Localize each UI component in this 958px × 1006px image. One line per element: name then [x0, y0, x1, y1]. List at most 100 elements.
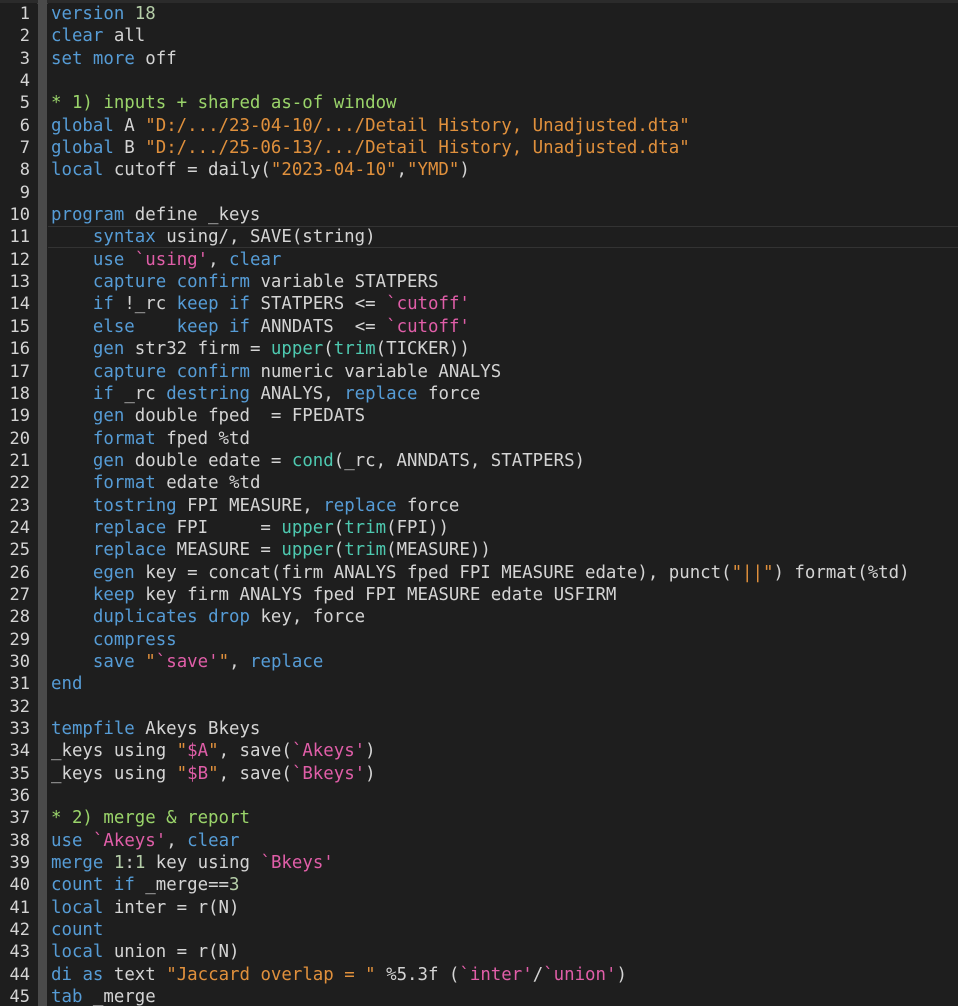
code-line[interactable]: count: [48, 919, 958, 941]
code-line-text: replace FPI = upper(trim(FPI)): [51, 517, 449, 539]
code-line[interactable]: _keys using "$B", save(`Bkeys'): [48, 763, 958, 785]
code-line[interactable]: _keys using "$A", save(`Akeys'): [48, 740, 958, 762]
code-line[interactable]: syntax using/, SAVE(string): [48, 226, 958, 249]
line-number: 14: [0, 293, 37, 315]
code-line[interactable]: gen str32 firm = upper(trim(TICKER)): [48, 338, 958, 360]
code-line[interactable]: program define _keys: [48, 204, 958, 226]
line-number: 3: [0, 48, 37, 70]
code-line[interactable]: compress: [48, 629, 958, 651]
code-line[interactable]: duplicates drop key, force: [48, 606, 958, 628]
code-line-text: local cutoff = daily("2023-04-10","YMD"): [51, 159, 470, 181]
code-area[interactable]: version 18 clear all set more off * 1) inpu…: [48, 3, 958, 1006]
code-token: (: [333, 540, 345, 561]
code-line[interactable]: gen double edate = cond(_rc, ANNDATS, ST…: [48, 450, 958, 472]
code-token: else: [92, 316, 135, 337]
code-line-text: count: [51, 919, 103, 941]
code-line-text: tempfile Akeys Bkeys: [51, 718, 260, 740]
code-line[interactable]: * 2) merge & report: [48, 807, 958, 829]
code-line[interactable]: local inter = r(N): [48, 897, 958, 919]
line-number-label: 3: [19, 48, 30, 69]
line-number: 45: [0, 986, 37, 1006]
line-number: 11: [0, 226, 37, 248]
code-token: format: [92, 428, 156, 449]
line-number-label: 13: [9, 272, 30, 293]
line-number: 5: [0, 92, 37, 114]
code-token: numeric variable ANALYS: [249, 361, 502, 382]
line-number: 21: [0, 450, 37, 472]
code-line[interactable]: local cutoff = daily("2023-04-10","YMD"): [48, 159, 958, 181]
code-token: * 1) inputs + shared as-of window: [51, 93, 397, 114]
code-line[interactable]: use `using', clear: [48, 249, 958, 271]
code-line[interactable]: [48, 785, 958, 807]
code-line[interactable]: global B "D:/.../25-06-13/.../Detail His…: [48, 137, 958, 159]
code-line-text: global B "D:/.../25-06-13/.../Detail His…: [51, 137, 690, 159]
code-line[interactable]: egen key = concat(firm ANALYS fped FPI M…: [48, 562, 958, 584]
code-line[interactable]: global A "D:/.../23-04-10/.../Detail His…: [48, 115, 958, 137]
code-line-text: _keys using "$B", save(`Bkeys'): [51, 763, 376, 785]
code-token: save: [92, 651, 135, 672]
code-line[interactable]: save "`save'", replace: [48, 651, 958, 673]
code-line[interactable]: replace MEASURE = upper(trim(MEASURE)): [48, 539, 958, 561]
code-line[interactable]: if _rc destring ANALYS, replace force: [48, 383, 958, 405]
code-line[interactable]: count if _merge==3: [48, 874, 958, 896]
code-token: `cutoff': [386, 294, 470, 315]
code-line[interactable]: gen double fped = FPEDATS: [48, 405, 958, 427]
code-line[interactable]: else keep if ANNDATS <= `cutoff': [48, 316, 958, 338]
code-token: (TICKER)): [375, 339, 470, 360]
code-token: use: [51, 830, 83, 851]
code-token: if: [229, 294, 250, 315]
code-token: variable STATPERS: [249, 272, 439, 293]
code-line[interactable]: format edate %td: [48, 472, 958, 494]
code-token: count: [51, 875, 104, 896]
code-token: local: [51, 897, 104, 918]
line-number-label: 36: [9, 786, 30, 807]
code-line[interactable]: local union = r(N): [48, 941, 958, 963]
code-line[interactable]: * 1) inputs + shared as-of window: [48, 92, 958, 114]
code-token: fped %td: [155, 428, 250, 449]
code-token: gen: [92, 450, 125, 471]
code-line[interactable]: tab _merge: [48, 986, 958, 1006]
line-number: 30: [0, 651, 37, 673]
code-line[interactable]: capture confirm variable STATPERS: [48, 271, 958, 293]
code-line-text: tab _merge: [51, 986, 156, 1006]
line-number-label: 17: [9, 361, 30, 382]
code-line[interactable]: clear all: [48, 25, 958, 47]
line-number-label: 5: [19, 93, 30, 114]
code-line[interactable]: version 18: [48, 3, 958, 25]
code-line[interactable]: [48, 696, 958, 718]
code-line[interactable]: use `Akeys', clear: [48, 830, 958, 852]
code-token: duplicates: [92, 607, 198, 628]
code-line[interactable]: set more off: [48, 48, 958, 70]
code-line[interactable]: [48, 70, 958, 92]
code-line[interactable]: [48, 182, 958, 204]
gutter-margin-bar: [38, 0, 47, 1006]
code-token: off: [134, 48, 177, 69]
code-line[interactable]: format fped %td: [48, 428, 958, 450]
code-token: clear: [187, 830, 240, 851]
code-line[interactable]: if !_rc keep if STATPERS <= `cutoff': [48, 293, 958, 315]
code-token: cutoff = daily(: [103, 160, 271, 181]
code-token: 1: [113, 853, 125, 874]
code-token: key using: [145, 853, 261, 874]
line-number: 16: [0, 338, 37, 360]
code-token: upper: [281, 517, 334, 538]
code-line-text: syntax using/, SAVE(string): [51, 226, 376, 248]
code-editor[interactable]: 1 2 3 4 5 6 7 8 9 10 11 12 13 14 15 16 17 18 19 20 21 22 23 24 2…: [0, 0, 958, 1006]
code-token: replace: [92, 517, 167, 538]
code-line-text: capture confirm numeric variable ANALYS: [51, 361, 501, 383]
code-line[interactable]: capture confirm numeric variable ANALYS: [48, 361, 958, 383]
code-line[interactable]: tostring FPI MEASURE, replace force: [48, 495, 958, 517]
code-line[interactable]: end: [48, 673, 958, 695]
code-line[interactable]: merge 1:1 key using `Bkeys': [48, 852, 958, 874]
code-line[interactable]: replace FPI = upper(trim(FPI)): [48, 517, 958, 539]
line-number: 6: [0, 115, 37, 137]
code-line[interactable]: di as text "Jaccard overlap = " %5.3f (`…: [48, 964, 958, 986]
code-line[interactable]: keep key firm ANALYS fped FPI MEASURE ed…: [48, 584, 958, 606]
code-line[interactable]: tempfile Akeys Bkeys: [48, 718, 958, 740]
